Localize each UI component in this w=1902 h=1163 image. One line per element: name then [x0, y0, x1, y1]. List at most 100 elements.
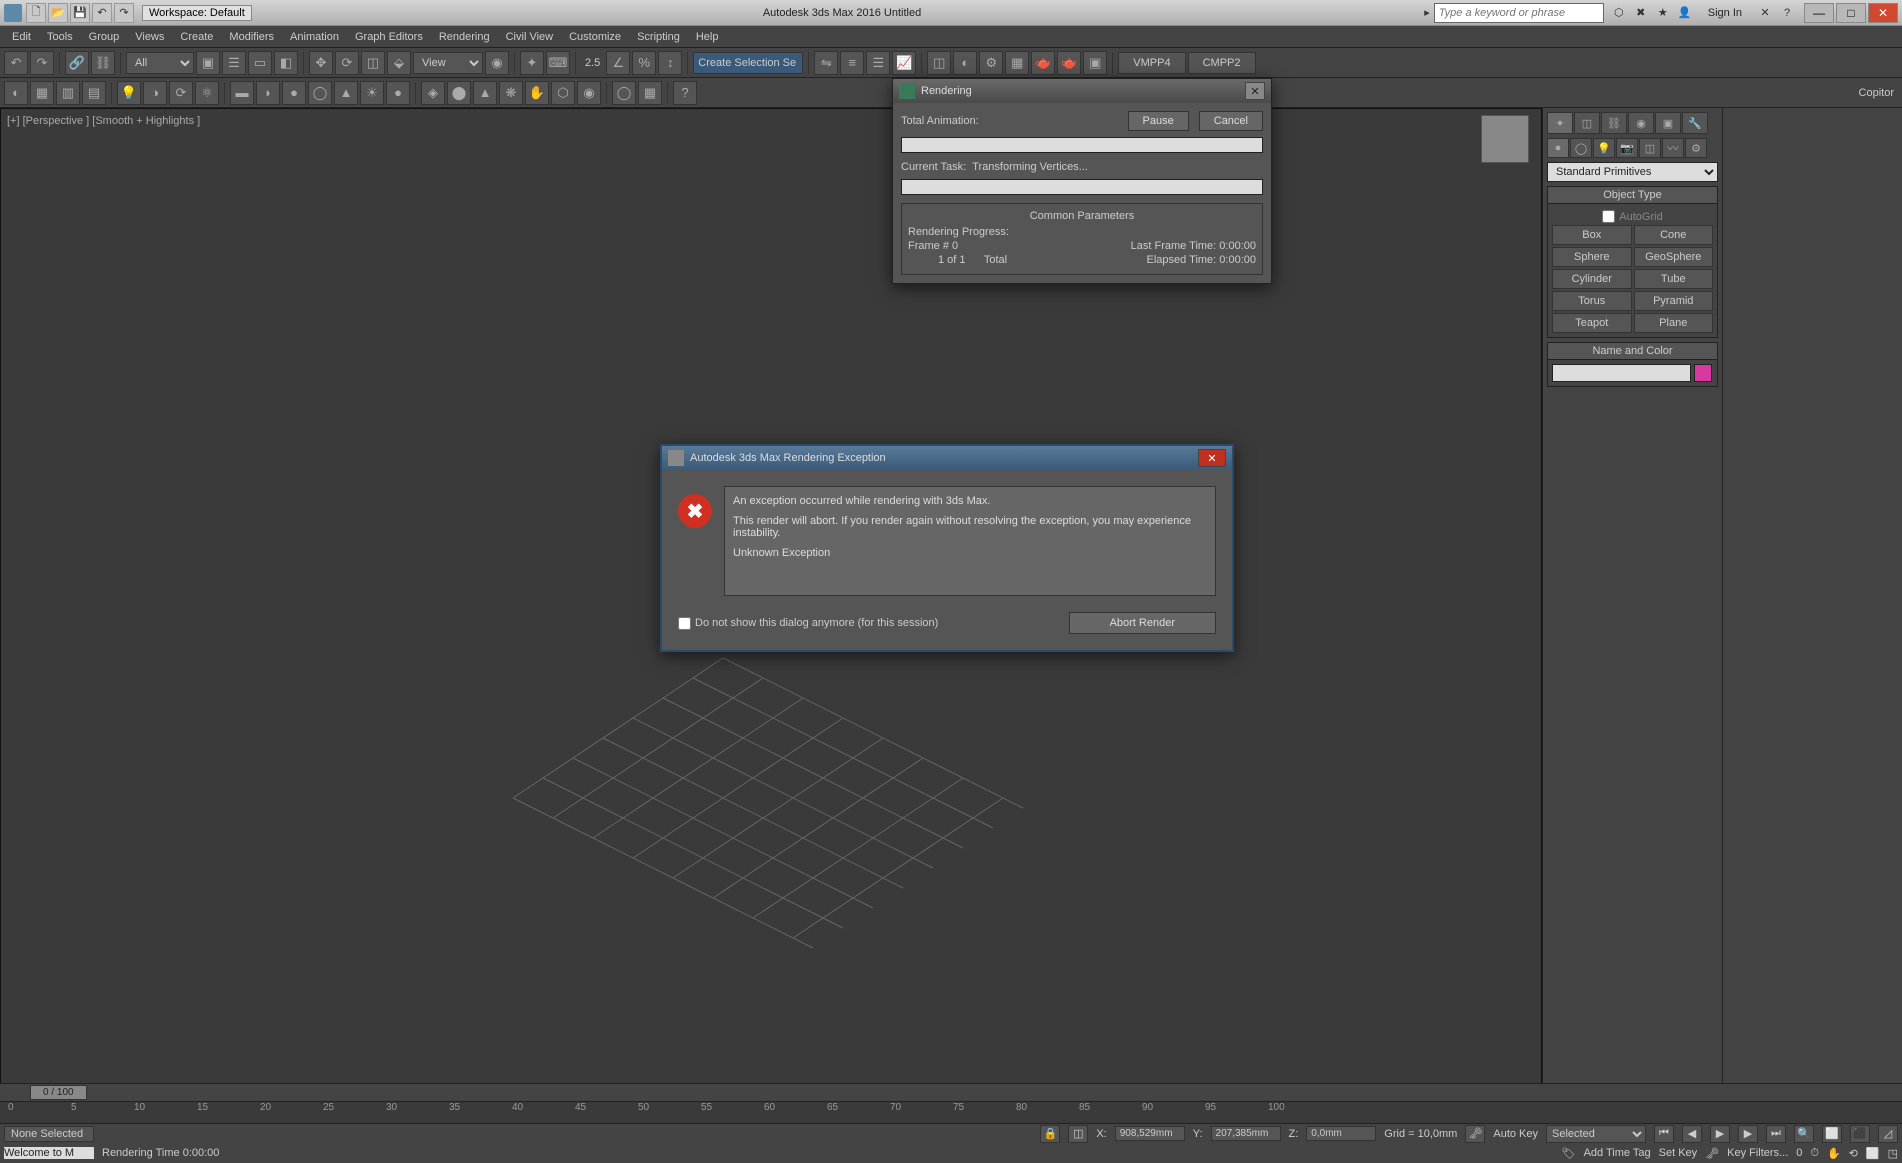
color-swatch[interactable] [1694, 364, 1712, 382]
object-name-input[interactable] [1552, 364, 1691, 382]
qat-undo-icon[interactable]: ↶ [92, 3, 112, 23]
angle-snap-icon[interactable]: ∠ [606, 51, 630, 75]
rollout-head-2[interactable]: Name and Color [1548, 343, 1717, 360]
tb2-4-icon[interactable]: ▤ [82, 81, 106, 105]
material-editor-icon[interactable]: ◐ [953, 51, 977, 75]
unlink-icon[interactable]: ⛓ [91, 51, 115, 75]
zoom-extents-icon[interactable]: ⬛ [1850, 1125, 1870, 1143]
help-search-input[interactable] [1434, 3, 1604, 23]
autokey-button[interactable]: Auto Key [1493, 1128, 1538, 1140]
tb2-18-icon[interactable]: ▲ [473, 81, 497, 105]
render-production-icon[interactable]: 🫖 [1031, 51, 1055, 75]
common-params-head[interactable]: Common Parameters [908, 210, 1256, 222]
tb2-23-icon[interactable]: ◯ [612, 81, 636, 105]
align-icon[interactable]: ≡ [840, 51, 864, 75]
geometry-subtab-icon[interactable]: ● [1547, 138, 1569, 158]
rendering-dialog-titlebar[interactable]: Rendering ✕ [893, 79, 1271, 103]
create-tab-icon[interactable]: ✦ [1547, 112, 1573, 134]
menu-grapheditors[interactable]: Graph Editors [347, 28, 431, 46]
tb2-2-icon[interactable]: ▦ [30, 81, 54, 105]
lights-subtab-icon[interactable]: 💡 [1593, 138, 1615, 158]
torus-button[interactable]: Torus [1552, 291, 1632, 311]
box-button[interactable]: Box [1552, 225, 1632, 245]
tb2-19-icon[interactable]: ❋ [499, 81, 523, 105]
window-crossing-icon[interactable]: ◧ [274, 51, 298, 75]
time-slider[interactable]: 0 / 100 [0, 1083, 1902, 1101]
schematic-view-icon[interactable]: ◫ [927, 51, 951, 75]
pivot-icon[interactable]: ◉ [485, 51, 509, 75]
keyboard-shortcut-icon[interactable]: ⌨ [546, 51, 570, 75]
subscription-icon[interactable]: ⬡ [1610, 4, 1628, 22]
key-mode-select[interactable]: Selected [1546, 1125, 1646, 1143]
add-time-tag[interactable]: Add Time Tag [1584, 1147, 1651, 1159]
menu-tools[interactable]: Tools [39, 28, 81, 46]
menu-group[interactable]: Group [81, 28, 128, 46]
frame-field[interactable]: 0 [1796, 1147, 1802, 1159]
placement-icon[interactable]: ⬙ [387, 51, 411, 75]
helpers-subtab-icon[interactable]: ◫ [1639, 138, 1661, 158]
viewport-label[interactable]: [+] [Perspective ] [Smooth + Highlights … [7, 115, 200, 127]
select-name-icon[interactable]: ☰ [222, 51, 246, 75]
curve-editor-icon[interactable]: 📈 [892, 51, 916, 75]
pan-icon[interactable]: ✋ [1827, 1147, 1841, 1160]
select-object-icon[interactable]: ▣ [196, 51, 220, 75]
teapot-button[interactable]: Teapot [1552, 313, 1632, 333]
cylinder-button[interactable]: Cylinder [1552, 269, 1632, 289]
tb2-8-icon[interactable]: ⚛ [195, 81, 219, 105]
tb2-22-icon[interactable]: ◉ [577, 81, 601, 105]
minimize-button[interactable]: — [1804, 3, 1834, 23]
named-selection-input[interactable] [693, 52, 803, 74]
tb2-21-icon[interactable]: ⬡ [551, 81, 575, 105]
menu-edit[interactable]: Edit [4, 28, 39, 46]
utilities-tab-icon[interactable]: 🔧 [1682, 112, 1708, 134]
custom-btn-1[interactable]: VMPP4 [1118, 52, 1185, 74]
tb2-24-icon[interactable]: ▦ [638, 81, 662, 105]
workspace-selector[interactable]: Workspace: Default [142, 5, 252, 21]
setkey-button[interactable]: Set Key [1659, 1147, 1698, 1159]
autogrid-checkbox[interactable] [1602, 210, 1615, 223]
tb2-7-icon[interactable]: ⟳ [169, 81, 193, 105]
systems-subtab-icon[interactable]: ⚙ [1685, 138, 1707, 158]
keyfilters-button[interactable]: Key Filters... [1727, 1147, 1788, 1159]
redo-icon[interactable]: ↷ [30, 51, 54, 75]
setkey-icon[interactable]: 🗝 [1705, 1147, 1719, 1160]
pyramid-button[interactable]: Pyramid [1634, 291, 1714, 311]
cone-button[interactable]: Cone [1634, 225, 1714, 245]
menu-customize[interactable]: Customize [561, 28, 629, 46]
ref-coord-select[interactable]: View [413, 52, 483, 74]
menu-scripting[interactable]: Scripting [629, 28, 688, 46]
maximize-viewport-icon[interactable]: ⬜ [1866, 1147, 1880, 1160]
menu-rendering[interactable]: Rendering [431, 28, 498, 46]
tb2-light-icon[interactable]: 💡 [117, 81, 141, 105]
render-setup-icon[interactable]: ⚙ [979, 51, 1003, 75]
sphere-button[interactable]: Sphere [1552, 247, 1632, 267]
isolate-icon[interactable]: ◫ [1068, 1125, 1088, 1143]
rotate-icon[interactable]: ⟳ [335, 51, 359, 75]
mirror-icon[interactable]: ⇋ [814, 51, 838, 75]
scale-icon[interactable]: ◫ [361, 51, 385, 75]
play-icon[interactable]: ▶ [1710, 1125, 1730, 1143]
key-icon[interactable]: 🗝 [1465, 1125, 1485, 1143]
tb2-16-icon[interactable]: ◈ [421, 81, 445, 105]
plane-button[interactable]: Plane [1634, 313, 1714, 333]
cancel-button[interactable]: Cancel [1199, 111, 1263, 131]
spacewarps-subtab-icon[interactable]: 〰 [1662, 138, 1684, 158]
close-button[interactable]: ✕ [1868, 3, 1898, 23]
time-slider-thumb[interactable]: 0 / 100 [30, 1085, 87, 1100]
shapes-subtab-icon[interactable]: ◯ [1570, 138, 1592, 158]
hierarchy-tab-icon[interactable]: ⛓ [1601, 112, 1627, 134]
tb2-13-icon[interactable]: ▲ [334, 81, 358, 105]
exchange-icon[interactable]: ✖ [1632, 4, 1650, 22]
layer-icon[interactable]: ☰ [866, 51, 890, 75]
qat-save-icon[interactable]: 💾 [70, 3, 90, 23]
render-active-icon[interactable]: ▣ [1083, 51, 1107, 75]
rendered-frame-icon[interactable]: ▦ [1005, 51, 1029, 75]
tb2-20-icon[interactable]: ✋ [525, 81, 549, 105]
fov-icon[interactable]: ◿ [1878, 1125, 1898, 1143]
link-icon[interactable]: 🔗 [65, 51, 89, 75]
motion-tab-icon[interactable]: ◉ [1628, 112, 1654, 134]
orbit-icon[interactable]: ⟲ [1849, 1147, 1858, 1160]
next-frame-icon[interactable]: ▶ [1738, 1125, 1758, 1143]
cameras-subtab-icon[interactable]: 📷 [1616, 138, 1638, 158]
lock-icon[interactable]: 🔒 [1040, 1125, 1060, 1143]
